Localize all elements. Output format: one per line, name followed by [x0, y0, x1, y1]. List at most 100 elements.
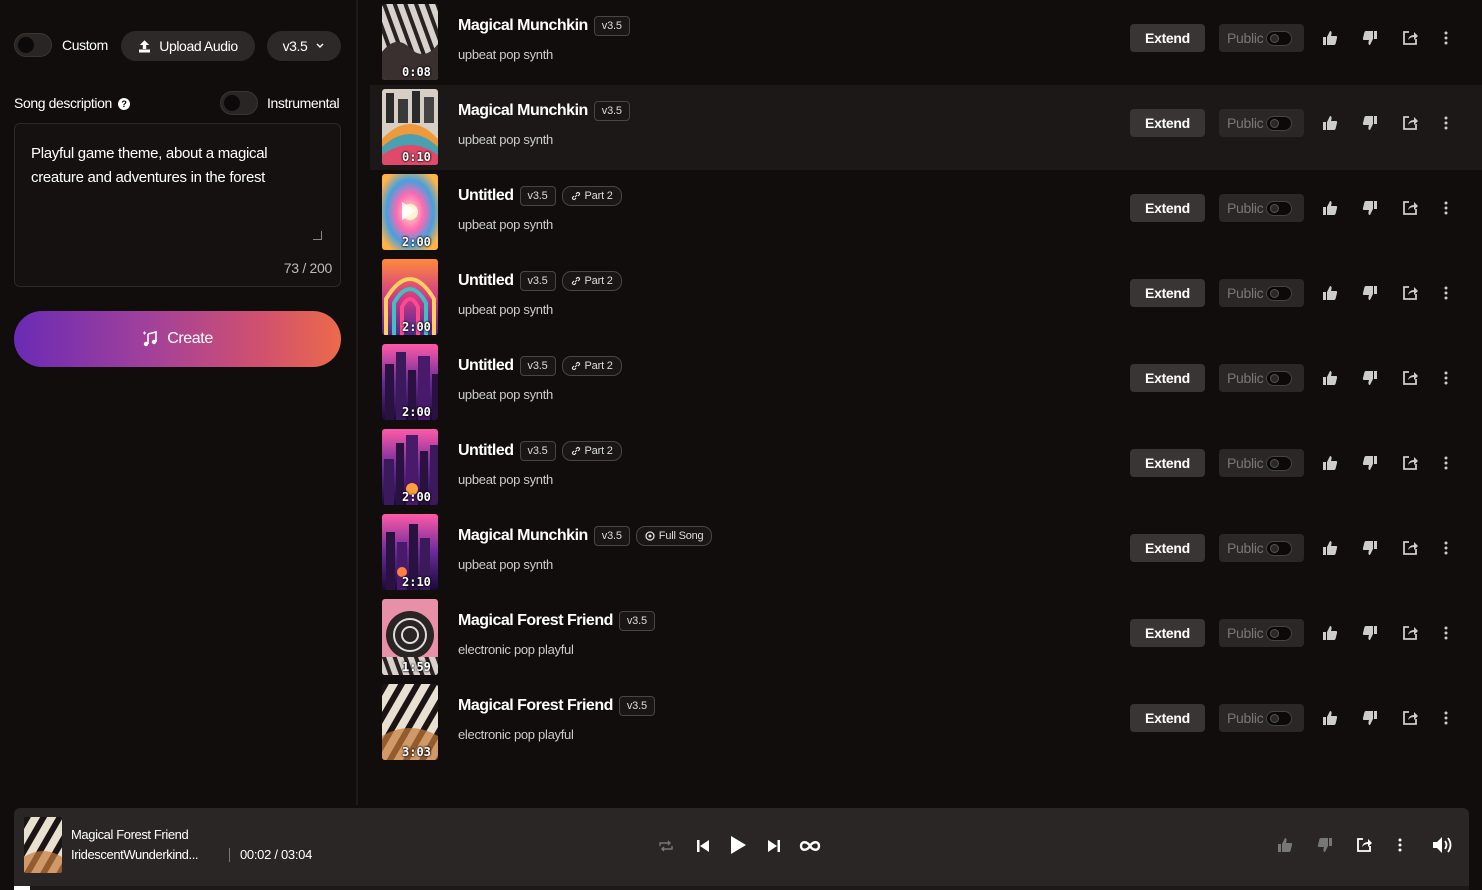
public-toggle[interactable]: Public: [1219, 449, 1304, 477]
song-row[interactable]: 2:00 Untitled v3.5 Part 2 upbeat pop syn…: [370, 170, 1482, 255]
extend-button[interactable]: Extend: [1130, 449, 1205, 477]
instrumental-toggle[interactable]: [220, 91, 258, 115]
song-title[interactable]: Magical Forest Friend: [458, 612, 613, 630]
cover-art[interactable]: 0:10: [382, 89, 438, 165]
thumbs-down-icon[interactable]: [1360, 368, 1380, 388]
thumbs-up-icon[interactable]: [1320, 368, 1340, 388]
song-style[interactable]: upbeat pop synth: [458, 217, 553, 232]
more-vertical-icon[interactable]: [1436, 28, 1456, 48]
song-style[interactable]: upbeat pop synth: [458, 132, 553, 147]
share-icon[interactable]: [1400, 283, 1420, 303]
public-toggle[interactable]: Public: [1219, 24, 1304, 52]
song-style[interactable]: upbeat pop synth: [458, 47, 553, 62]
create-button[interactable]: Create: [14, 311, 341, 367]
song-style[interactable]: upbeat pop synth: [458, 387, 553, 402]
public-toggle[interactable]: Public: [1219, 364, 1304, 392]
part-badge[interactable]: Part 2: [561, 356, 622, 376]
song-row[interactable]: 2:00 Untitled v3.5 Part 2 upbeat pop syn…: [370, 425, 1482, 510]
share-icon[interactable]: [1400, 113, 1420, 133]
thumbs-up-icon[interactable]: [1320, 453, 1340, 473]
cover-art[interactable]: 1:59: [382, 599, 438, 675]
thumbs-up-icon[interactable]: [1320, 538, 1340, 558]
more-vertical-icon[interactable]: [1436, 198, 1456, 218]
part-badge[interactable]: Part 2: [561, 186, 622, 206]
song-title[interactable]: Untitled: [458, 357, 514, 375]
public-toggle[interactable]: Public: [1219, 279, 1304, 307]
extend-button[interactable]: Extend: [1130, 109, 1205, 137]
custom-mode-toggle[interactable]: [14, 33, 52, 57]
play-icon[interactable]: [726, 833, 750, 857]
song-row[interactable]: 0:10 Magical Munchkin v3.5 upbeat pop sy…: [370, 85, 1482, 170]
thumbs-up-icon[interactable]: [1320, 28, 1340, 48]
song-title[interactable]: Untitled: [458, 187, 514, 205]
song-style[interactable]: electronic pop playful: [458, 642, 574, 657]
public-toggle[interactable]: Public: [1219, 194, 1304, 222]
extend-button[interactable]: Extend: [1130, 194, 1205, 222]
more-vertical-icon[interactable]: [1436, 708, 1456, 728]
extend-button[interactable]: Extend: [1130, 704, 1205, 732]
player-artist[interactable]: IridescentWunderkind...: [71, 847, 199, 862]
thumbs-down-icon[interactable]: [1360, 538, 1380, 558]
cover-art[interactable]: 0:08: [382, 4, 438, 80]
song-style[interactable]: upbeat pop synth: [458, 302, 553, 317]
thumbs-down-icon[interactable]: [1315, 835, 1335, 855]
thumbs-down-icon[interactable]: [1360, 708, 1380, 728]
extend-button[interactable]: Extend: [1130, 24, 1205, 52]
share-icon[interactable]: [1400, 453, 1420, 473]
song-title[interactable]: Untitled: [458, 442, 514, 460]
thumbs-up-icon[interactable]: [1320, 113, 1340, 133]
song-style[interactable]: electronic pop playful: [458, 727, 574, 742]
cover-art[interactable]: 2:10: [382, 514, 438, 590]
more-vertical-icon[interactable]: [1436, 623, 1456, 643]
song-title[interactable]: Magical Munchkin: [458, 102, 588, 120]
share-icon[interactable]: [1400, 368, 1420, 388]
thumbs-down-icon[interactable]: [1360, 453, 1380, 473]
song-row[interactable]: 3:03 Magical Forest Friend v3.5 electron…: [370, 680, 1482, 765]
more-vertical-icon[interactable]: [1436, 368, 1456, 388]
share-icon[interactable]: [1354, 835, 1374, 855]
playback-progress-bar[interactable]: [14, 886, 1469, 890]
thumbs-down-icon[interactable]: [1360, 28, 1380, 48]
share-icon[interactable]: [1400, 198, 1420, 218]
more-vertical-icon[interactable]: [1436, 453, 1456, 473]
thumbs-down-icon[interactable]: [1360, 283, 1380, 303]
more-vertical-icon[interactable]: [1436, 283, 1456, 303]
song-description-value[interactable]: Playful game theme, about a magical crea…: [31, 142, 321, 190]
public-toggle[interactable]: Public: [1219, 534, 1304, 562]
thumbs-up-icon[interactable]: [1320, 283, 1340, 303]
cover-art[interactable]: 2:00: [382, 174, 438, 250]
song-style[interactable]: upbeat pop synth: [458, 557, 553, 572]
share-icon[interactable]: [1400, 538, 1420, 558]
volume-icon[interactable]: [1431, 834, 1455, 856]
public-toggle[interactable]: Public: [1219, 704, 1304, 732]
song-title[interactable]: Magical Munchkin: [458, 527, 588, 545]
skip-back-icon[interactable]: [692, 835, 714, 857]
thumbs-up-icon[interactable]: [1320, 623, 1340, 643]
skip-forward-icon[interactable]: [763, 835, 785, 857]
more-vertical-icon[interactable]: [1436, 538, 1456, 558]
player-song-title[interactable]: Magical Forest Friend: [71, 827, 189, 842]
infinity-icon[interactable]: [798, 835, 822, 857]
song-title[interactable]: Magical Forest Friend: [458, 697, 613, 715]
part-badge[interactable]: Part 2: [561, 441, 622, 461]
part-badge[interactable]: Part 2: [561, 271, 622, 291]
cover-art[interactable]: 2:00: [382, 259, 438, 335]
extend-button[interactable]: Extend: [1130, 619, 1205, 647]
upload-audio-button[interactable]: Upload Audio: [121, 31, 255, 61]
song-style[interactable]: upbeat pop synth: [458, 472, 553, 487]
thumbs-up-icon[interactable]: [1320, 708, 1340, 728]
song-row[interactable]: 2:00 Untitled v3.5 Part 2 upbeat pop syn…: [370, 340, 1482, 425]
share-icon[interactable]: [1400, 708, 1420, 728]
extend-button[interactable]: Extend: [1130, 364, 1205, 392]
song-row[interactable]: 0:08 Magical Munchkin v3.5 upbeat pop sy…: [370, 0, 1482, 85]
song-title[interactable]: Magical Munchkin: [458, 17, 588, 35]
repeat-icon[interactable]: [656, 836, 676, 856]
more-vertical-icon[interactable]: [1436, 113, 1456, 133]
thumbs-up-icon[interactable]: [1320, 198, 1340, 218]
model-version-select[interactable]: v3.5: [267, 31, 341, 61]
thumbs-down-icon[interactable]: [1360, 113, 1380, 133]
song-title[interactable]: Untitled: [458, 272, 514, 290]
cover-art[interactable]: 2:00: [382, 429, 438, 505]
song-row[interactable]: 1:59 Magical Forest Friend v3.5 electron…: [370, 595, 1482, 680]
public-toggle[interactable]: Public: [1219, 109, 1304, 137]
